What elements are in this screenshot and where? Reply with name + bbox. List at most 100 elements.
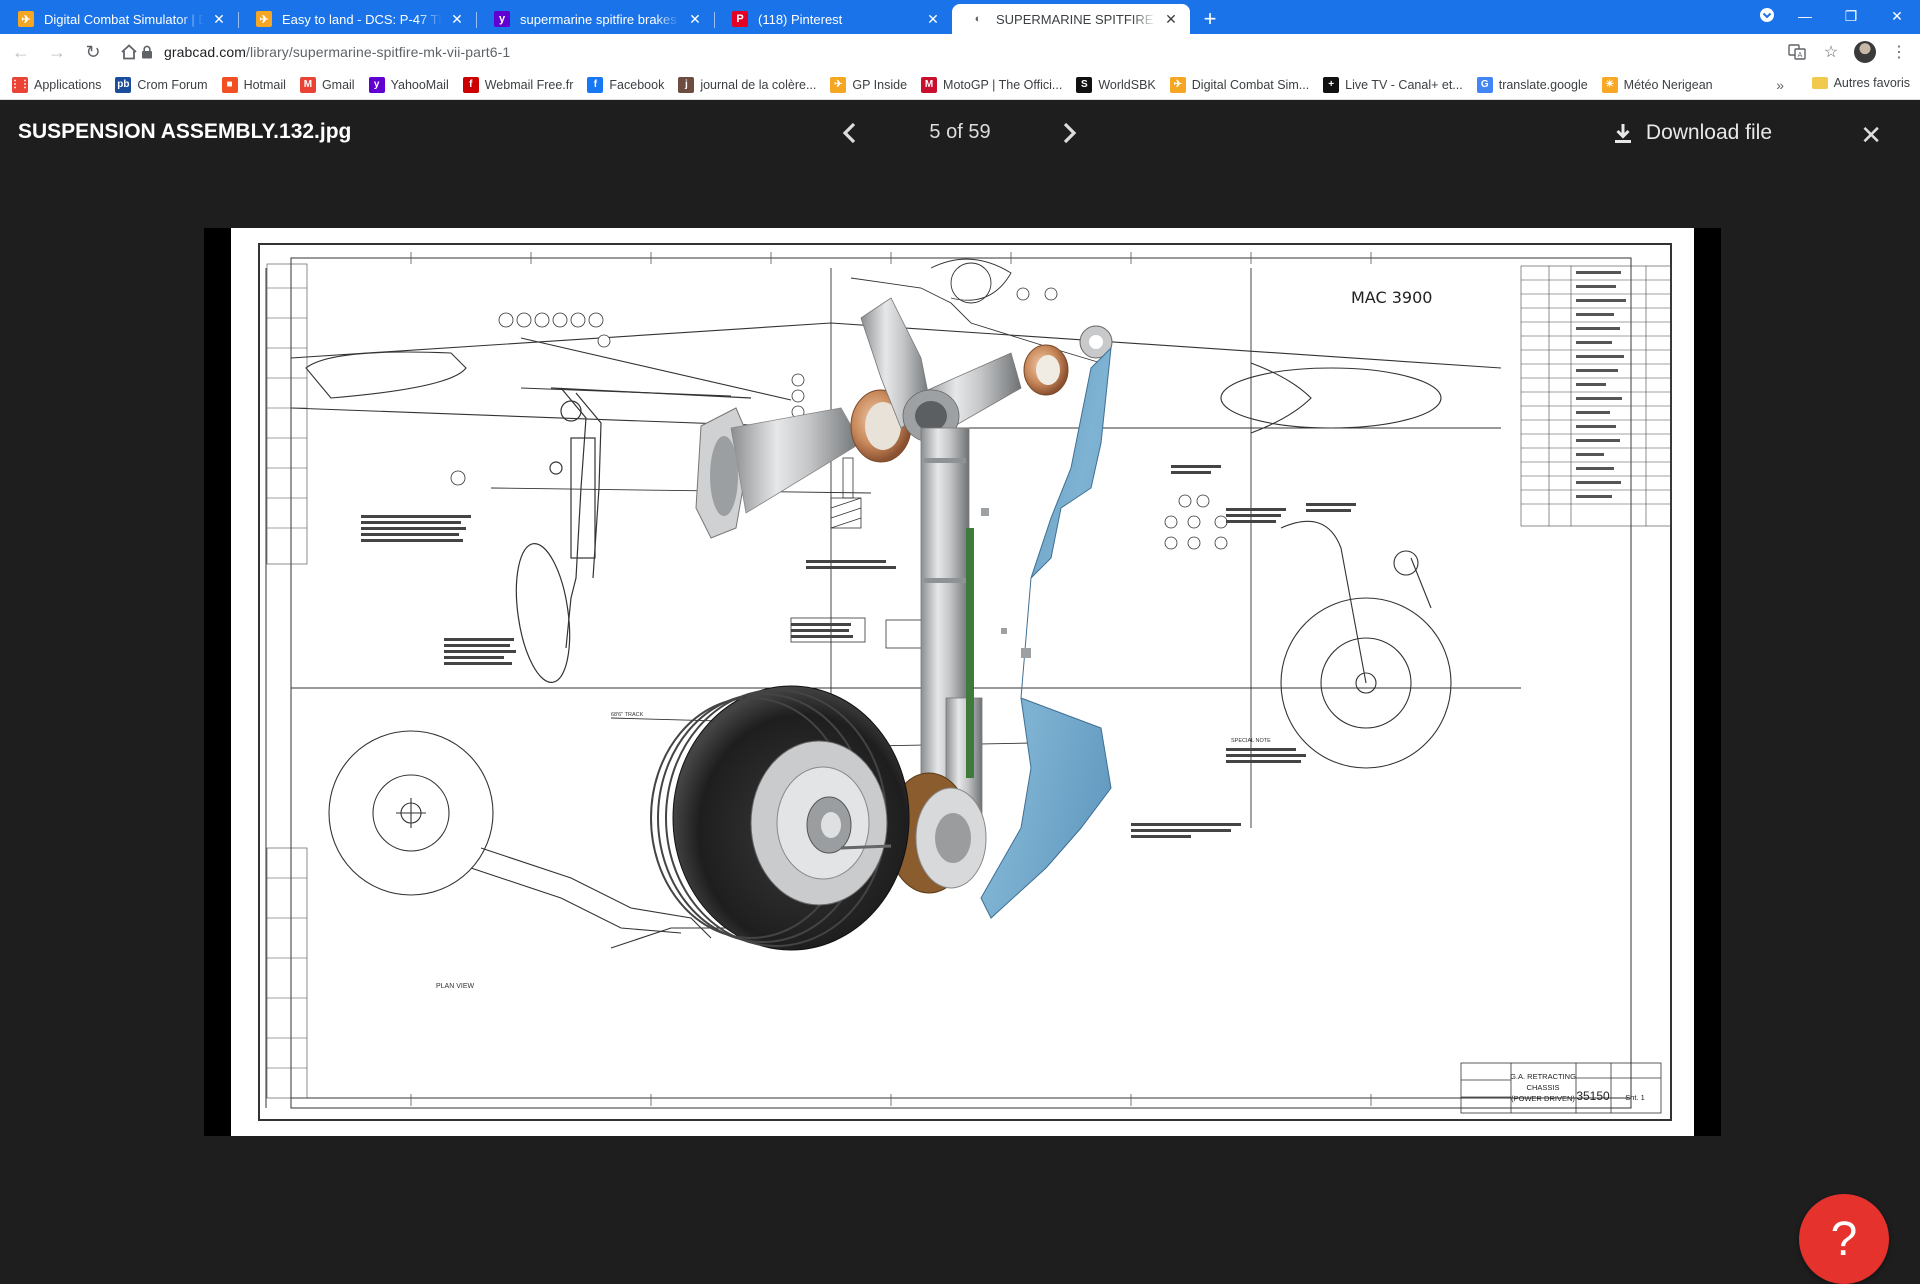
bookmark-item[interactable]: ☀ Météo Nerigean (1601, 76, 1713, 93)
motogp-icon: M (921, 76, 938, 93)
close-tab-icon[interactable]: ✕ (1162, 10, 1180, 28)
bookmark-item[interactable]: S WorldSBK (1076, 76, 1156, 93)
close-tab-icon[interactable]: ✕ (210, 10, 228, 28)
other-bookmarks[interactable]: Autres favoris (1811, 76, 1910, 90)
loose-hardware (981, 508, 1031, 658)
bookmark-item[interactable]: f Facebook (587, 76, 665, 93)
bookmark-item[interactable]: ✈ Digital Combat Sim... (1169, 76, 1310, 93)
url-text: grabcad.com/library/supermarine-spitfire… (164, 44, 510, 60)
bookmarks-list: ⋮⋮ Applications pb Crom Forum ■ Hotmail M Gmail… (10, 76, 1727, 93)
menu-kebab-icon[interactable]: ⋮ (1888, 41, 1910, 63)
bookmarks-overflow-icon[interactable]: » (1776, 77, 1784, 93)
bookmark-label: Gmail (321, 77, 355, 92)
bush-ring-right (1023, 344, 1069, 396)
tab-title: Digital Combat Simulator | DCS W (44, 11, 204, 27)
gmail-icon: M (299, 76, 316, 93)
drawing-number: 35150 (1576, 1089, 1610, 1103)
image-frame: MAC 3900 PLAN VIEW SPECIAL NOTE 68'6" TR… (204, 228, 1721, 1136)
close-tab-icon[interactable]: ✕ (448, 10, 466, 28)
bookmark-label: Digital Combat Sim... (1191, 77, 1310, 92)
plan-view-label: PLAN VIEW (436, 983, 475, 990)
window-controls: — ❐ ✕ (1752, 0, 1920, 32)
new-tab-button[interactable]: + (1194, 4, 1226, 34)
bookmark-item[interactable]: y YahooMail (368, 76, 449, 93)
folder-icon (1811, 77, 1828, 89)
toolbar-actions: A ☆ ⋮ (1786, 37, 1910, 67)
bookmark-item[interactable]: Gtranslate.google (1476, 76, 1588, 93)
back-icon[interactable]: ← (6, 37, 36, 67)
url-host: grabcad.com (164, 44, 247, 60)
bookmark-item[interactable]: ✈ GP Inside (830, 76, 907, 93)
parts-list-table (1520, 265, 1672, 527)
close-viewer-icon[interactable]: ✕ (1860, 120, 1882, 151)
grabcad-icon: ◐ (974, 13, 982, 25)
yahoo-icon: y (368, 76, 385, 93)
browser-tab[interactable]: ◐ SUPERMARINE SPITFIRE MK VII-F ✕ (952, 4, 1190, 34)
browser-tab[interactable]: ✈ Easy to land - DCS: P-47 Thunder ✕ (238, 4, 476, 34)
dcs-icon: ✈ (18, 11, 34, 27)
sun-icon: ☀ (1601, 76, 1618, 93)
note-boxes (790, 617, 935, 649)
next-image-icon[interactable] (1057, 120, 1083, 146)
hub-cone-3d (695, 407, 862, 539)
bookmark-item[interactable]: j journal de la colère... (678, 76, 817, 93)
bookmark-label: Météo Nerigean (1623, 77, 1713, 92)
bookmarks-bar: ⋮⋮ Applications pb Crom Forum ■ Hotmail M Gmail… (0, 70, 1920, 100)
translate-page-icon[interactable]: A (1786, 41, 1808, 63)
bookmark-item[interactable]: M MotoGP | The Offici... (921, 76, 1062, 93)
special-note-label: SPECIAL NOTE (1231, 738, 1271, 744)
dcs-icon: ✈ (830, 76, 847, 93)
minimize-icon[interactable]: — (1782, 8, 1828, 24)
address-bar[interactable]: grabcad.com/library/supermarine-spitfire… (140, 37, 1760, 67)
bookmark-label: Applications (34, 77, 102, 92)
tab-title: supermarine spitfire brakes - Yah (520, 11, 680, 27)
browser-tab[interactable]: ✈ Digital Combat Simulator | DCS W ✕ (0, 4, 238, 34)
download-file-button[interactable]: Download file (1612, 121, 1772, 145)
free-icon: f (462, 76, 479, 93)
forward-icon[interactable]: → (42, 37, 72, 67)
tab-strip: ✈ Digital Combat Simulator | DCS W ✕ ✈ Easy … (0, 0, 1920, 34)
browser-tab[interactable]: y supermarine spitfire brakes - Yah ✕ (476, 4, 714, 34)
tab-title: Easy to land - DCS: P-47 Thunder (282, 11, 442, 27)
bookmark-label: Hotmail (243, 77, 286, 92)
facebook-icon: f (587, 76, 604, 93)
pb-icon: pb (115, 76, 132, 93)
previous-image-icon[interactable] (836, 120, 862, 146)
bookmark-label: translate.google (1498, 77, 1588, 92)
yahoo-icon: y (494, 11, 510, 27)
title-line-2: CHASSIS (1527, 1083, 1560, 1092)
dcs-icon: ✈ (256, 11, 272, 27)
browser-tab[interactable]: P (118) Pinterest ✕ (714, 4, 952, 34)
main-wheel-tyre-3d (650, 685, 910, 951)
other-bookmarks-label: Autres favoris (1833, 76, 1910, 90)
bookmark-item[interactable]: + Live TV - Canal+ et... (1323, 76, 1463, 93)
apps-grid-icon: ⋮⋮ (10, 76, 30, 93)
close-window-icon[interactable]: ✕ (1874, 8, 1920, 25)
tab-search-icon[interactable] (1752, 7, 1782, 26)
close-tab-icon[interactable]: ✕ (686, 10, 704, 28)
microsoft-icon: ■ (221, 76, 238, 93)
restore-icon[interactable]: ❐ (1828, 8, 1874, 25)
bookmark-label: journal de la colère... (700, 77, 817, 92)
bookmark-label: Facebook (609, 77, 665, 92)
bookmark-item[interactable]: pb Crom Forum (115, 76, 208, 93)
bookmark-label: YahooMail (390, 77, 449, 92)
sbk-icon: S (1076, 76, 1093, 93)
tab-title: (118) Pinterest (758, 11, 843, 27)
tab-title: SUPERMARINE SPITFIRE MK VII-F (996, 11, 1156, 27)
image-viewer: SUSPENSION ASSEMBLY.132.jpg 5 of 59 Down… (0, 100, 1920, 1284)
title-line-3: (POWER DRIVEN) (1511, 1094, 1575, 1103)
profile-avatar[interactable] (1854, 41, 1876, 63)
help-button[interactable]: ? (1799, 1194, 1889, 1284)
image-counter: 5 of 59 (929, 121, 991, 143)
browser-toolbar: ← → ↻ grabcad.com/library/supermarine-sp… (0, 34, 1920, 70)
bookmark-item[interactable]: ⋮⋮ Applications (10, 76, 102, 93)
bookmark-star-icon[interactable]: ☆ (1820, 41, 1842, 63)
close-tab-icon[interactable]: ✕ (924, 10, 942, 28)
bookmark-item[interactable]: f Webmail Free.fr (462, 76, 573, 93)
drawing-image: MAC 3900 PLAN VIEW SPECIAL NOTE 68'6" TR… (231, 228, 1694, 1136)
file-name: SUSPENSION ASSEMBLY.132.jpg (18, 120, 352, 143)
reload-icon[interactable]: ↻ (78, 37, 108, 67)
bookmark-item[interactable]: ■ Hotmail (221, 76, 286, 93)
bookmark-item[interactable]: M Gmail (299, 76, 355, 93)
